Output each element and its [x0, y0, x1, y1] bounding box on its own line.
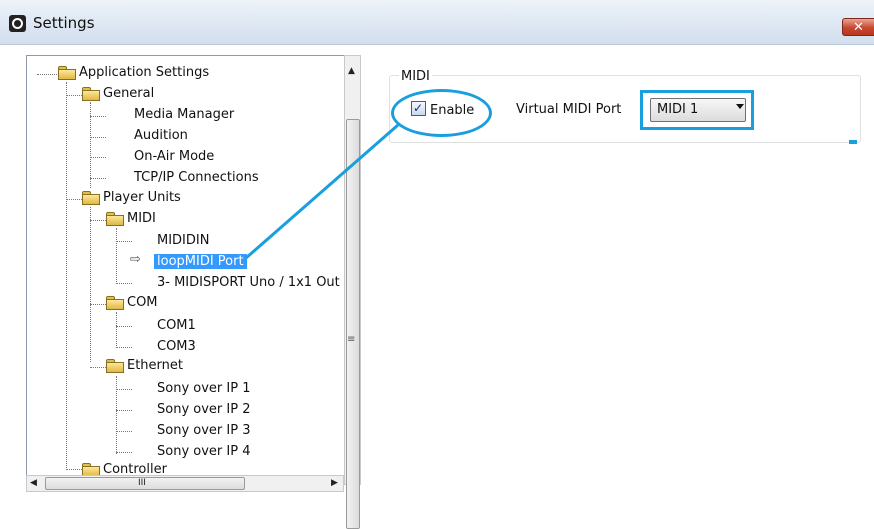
folder-icon: [82, 190, 100, 205]
tree-item-player-units[interactable]: Player Units: [82, 188, 181, 208]
tree-item-ethernet[interactable]: Ethernet: [106, 356, 183, 376]
tree-item-sony-over-ip-2[interactable]: Sony over IP 2: [157, 400, 250, 420]
scroll-right-arrow-icon[interactable]: ▶: [331, 478, 338, 488]
tree-item-loopmidi-port[interactable]: loopMIDI Port: [154, 252, 247, 272]
scroll-grip-icon: III: [138, 478, 146, 488]
midi-group-title: MIDI: [399, 69, 432, 84]
tree-item-audition[interactable]: Audition: [134, 126, 188, 146]
tree-item-com1[interactable]: COM1: [157, 316, 196, 336]
tree-item-sony-over-ip-4[interactable]: Sony over IP 4: [157, 442, 250, 462]
tree-item-tcp-ip-connections[interactable]: TCP/IP Connections: [134, 168, 259, 188]
tree-horizontal-scrollbar[interactable]: ◀ III ▶: [26, 475, 344, 492]
scroll-grip-icon: ≡: [347, 334, 356, 345]
tree-item-sony-over-ip-1[interactable]: Sony over IP 1: [157, 379, 250, 399]
folder-icon: [106, 211, 124, 226]
annotation-rectangle: [640, 90, 754, 130]
tree-item-sony-over-ip-3[interactable]: Sony over IP 3: [157, 421, 250, 441]
folder-icon: [106, 295, 124, 310]
tree-item-mididin[interactable]: MIDIDIN: [157, 231, 209, 251]
app-icon: [9, 15, 26, 32]
folder-icon: [106, 358, 124, 373]
tree-item-com[interactable]: COM: [106, 293, 158, 313]
annotation-ellipse: [391, 89, 492, 137]
folder-icon: [82, 462, 100, 477]
scroll-up-arrow-icon[interactable]: ▲: [348, 66, 355, 76]
tree-item-midi[interactable]: MIDI: [106, 209, 156, 229]
tree-vertical-scrollbar[interactable]: ▲ ≡: [344, 55, 361, 529]
virtual-midi-port-label: Virtual MIDI Port: [516, 102, 622, 117]
folder-icon: [82, 86, 100, 101]
horizontal-scroll-thumb[interactable]: III: [45, 477, 245, 490]
window-title: Settings: [33, 14, 95, 32]
current-item-arrow-icon: ⇨: [130, 252, 141, 267]
tree-item-media-manager[interactable]: Media Manager: [134, 105, 234, 125]
tree-item-general[interactable]: General: [82, 84, 154, 104]
tree-item-midisport-uno[interactable]: 3- MIDISPORT Uno / 1x1 Out: [157, 273, 340, 293]
close-button[interactable]: ✕: [842, 18, 874, 36]
folder-icon: [58, 65, 76, 80]
scroll-left-arrow-icon[interactable]: ◀: [30, 478, 37, 488]
tree-item-com3[interactable]: COM3: [157, 337, 196, 357]
title-bar: Settings ✕: [0, 0, 874, 45]
tree-item-on-air-mode[interactable]: On-Air Mode: [134, 147, 214, 167]
annotation-marker: [849, 140, 857, 144]
vertical-scroll-thumb[interactable]: [346, 119, 360, 529]
tree-item-application-settings[interactable]: Application Settings: [58, 63, 209, 83]
settings-tree: ⇨ Application Settings General Media Man…: [26, 55, 345, 485]
